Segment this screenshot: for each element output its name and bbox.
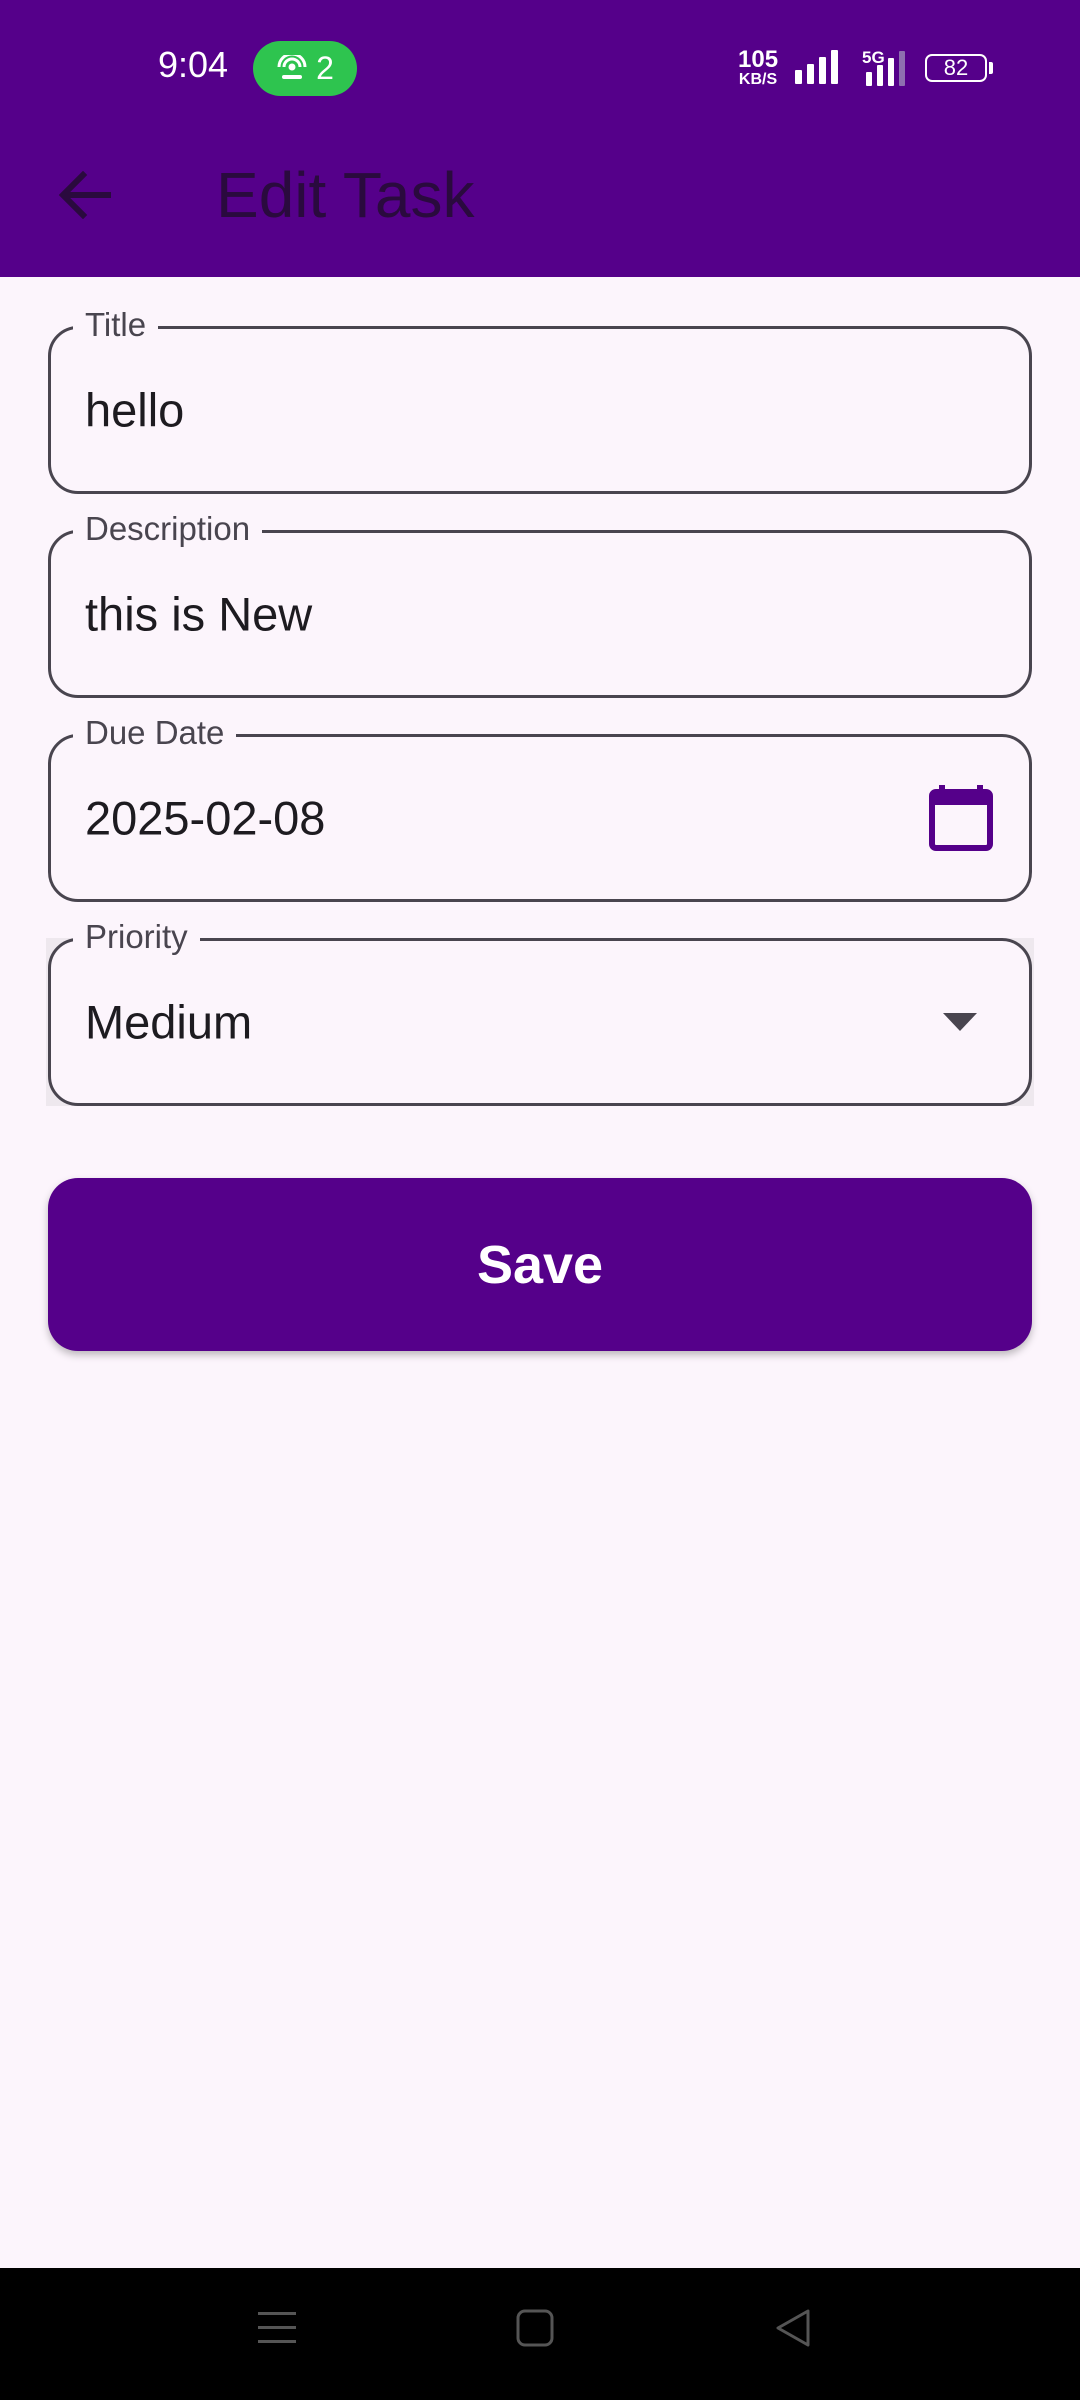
battery-tip: [989, 62, 993, 74]
app-bar: 9:04 2 105 KB/S 5G 82 Edit Task: [0, 0, 1080, 277]
network-speed-value: 105: [738, 46, 779, 73]
battery-icon: 82: [925, 54, 987, 82]
hotspot-count: 2: [316, 50, 334, 86]
title-field[interactable]: Title hello: [48, 305, 1032, 494]
description-field[interactable]: Description this is New: [48, 509, 1032, 698]
system-nav-bar: [0, 2268, 1080, 2400]
network-speed-unit: KB/S: [738, 71, 778, 88]
save-button[interactable]: Save: [48, 1178, 1032, 1351]
battery-level: 82: [943, 55, 969, 80]
back-button[interactable]: [50, 160, 120, 230]
page-title: Edit Task: [216, 159, 475, 231]
network-speed: 105 KB/S: [738, 48, 778, 88]
due-date-field[interactable]: Due Date 2025-02-08: [48, 713, 1032, 902]
title-field-value[interactable]: hello: [85, 383, 184, 438]
title-field-label: Title: [73, 305, 159, 345]
priority-dropdown[interactable]: Priority Medium: [48, 917, 1032, 1106]
arrow-back-icon: [59, 171, 111, 219]
status-bar: 9:04 2 105 KB/S 5G 82: [0, 0, 1080, 136]
description-field-label: Description: [73, 509, 263, 549]
dropdown-arrow-icon[interactable]: [943, 1013, 977, 1031]
due-date-field-label: Due Date: [73, 713, 237, 753]
status-time: 9:04: [158, 44, 229, 85]
priority-selected-value[interactable]: Medium: [85, 995, 252, 1050]
hotspot-indicator[interactable]: 2: [253, 41, 357, 96]
due-date-field-value[interactable]: 2025-02-08: [85, 791, 325, 846]
home-icon[interactable]: [516, 2308, 554, 2348]
calendar-icon[interactable]: [929, 785, 993, 851]
menu-icon[interactable]: [258, 2308, 296, 2348]
hotspot-icon: [277, 54, 307, 79]
priority-field-label: Priority: [73, 917, 200, 957]
back-icon[interactable]: [774, 2308, 812, 2348]
signal-strength-icon: [795, 50, 838, 84]
description-field-value[interactable]: this is New: [85, 587, 312, 642]
signal-strength-icon: [866, 51, 905, 86]
